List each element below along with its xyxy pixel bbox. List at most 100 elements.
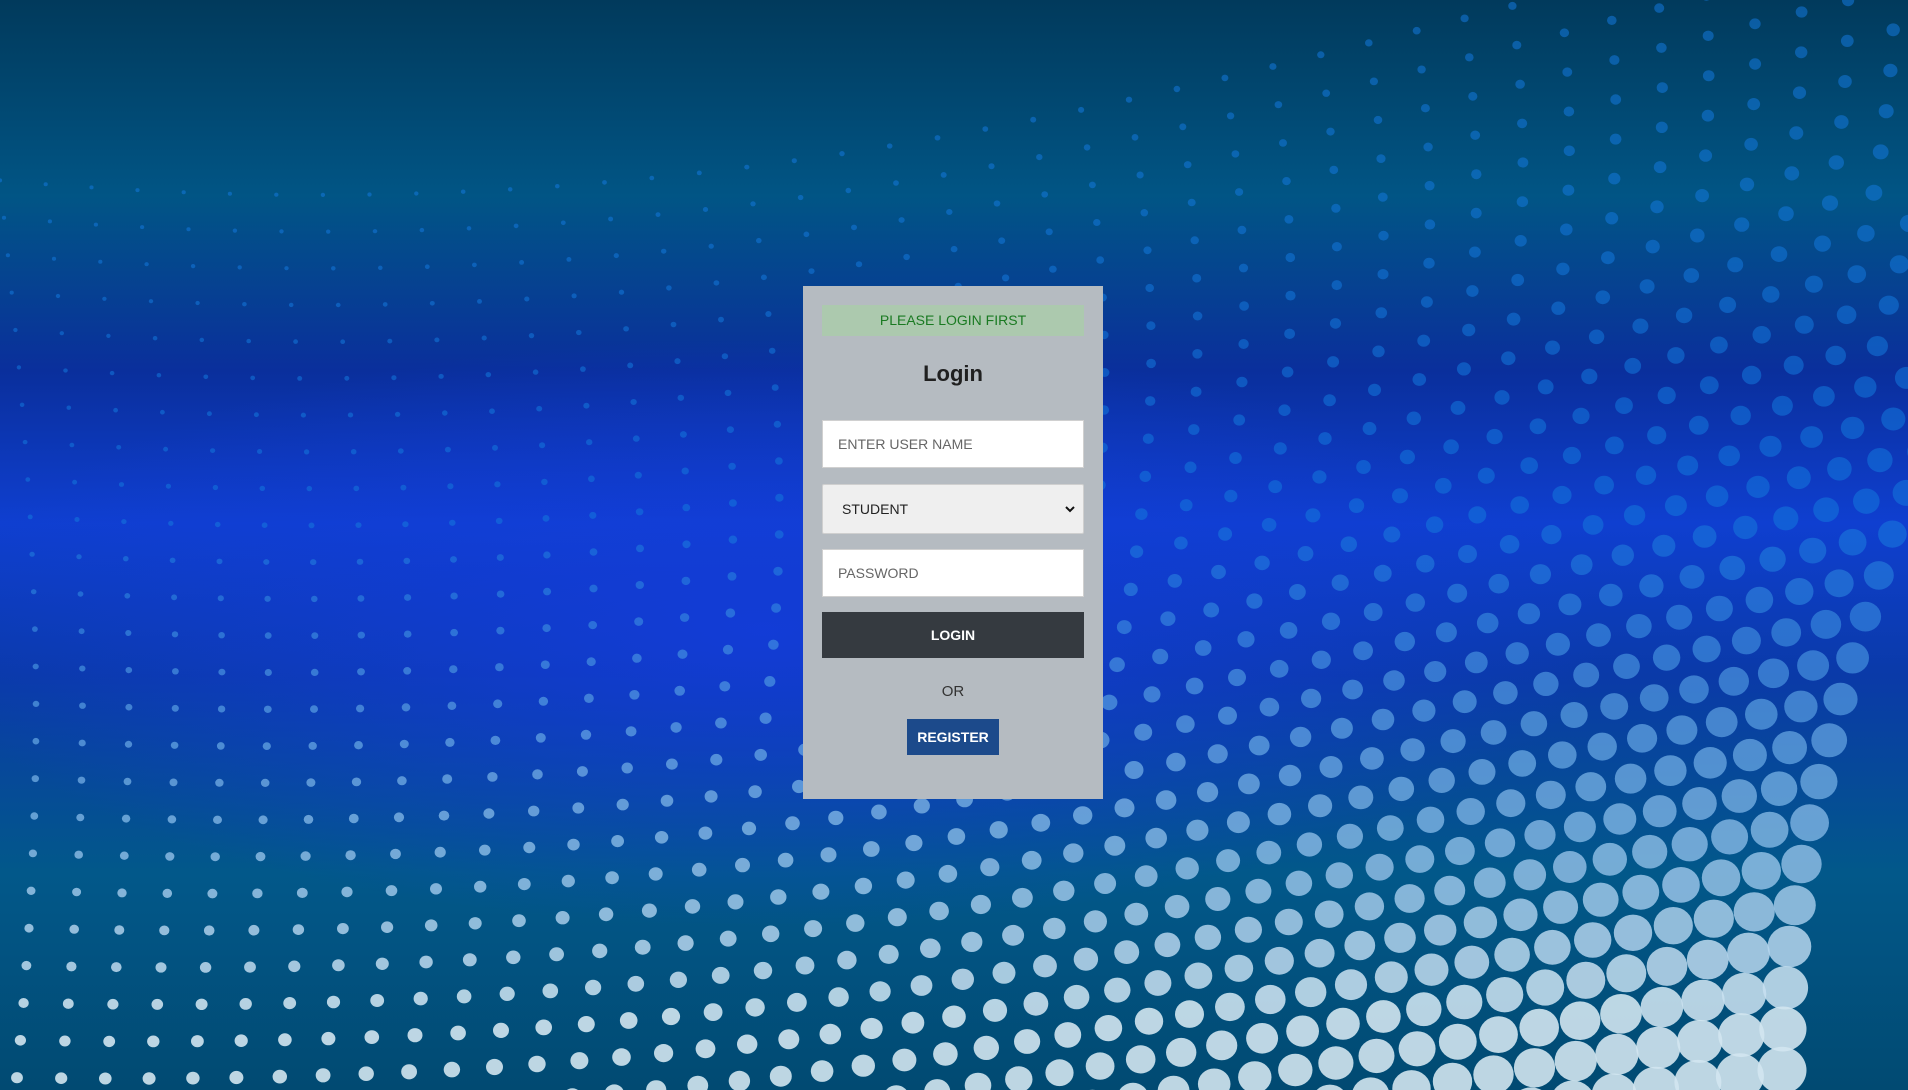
background-dot [399,739,409,749]
background-dot [1186,819,1209,841]
background-dot [1799,537,1827,564]
background-dot [839,151,845,157]
background-dot [124,740,133,748]
background-dot [284,266,289,271]
background-dot [438,373,444,379]
background-dot [1104,835,1126,856]
background-dot [1635,465,1657,485]
background-dot [1146,358,1156,369]
background-dot [1369,77,1378,86]
background-dot [217,595,224,602]
background-dot [1417,65,1426,74]
background-dot [1733,892,1775,932]
background-dot [1603,803,1637,835]
background-dot [1454,945,1490,979]
background-dot [159,925,170,936]
background-dot [1894,366,1908,389]
background-dot [691,862,707,877]
background-dot [1745,586,1774,614]
background-dot [1529,564,1551,585]
background-dot [1642,795,1677,828]
background-dot [854,877,873,895]
background-dot [648,867,663,881]
background-dot [586,657,596,667]
background-dot [674,685,685,696]
background-dot [687,1075,709,1090]
background-dot [1840,34,1854,48]
background-dot [1229,452,1242,464]
background-dot [357,668,365,676]
background-dot [1281,366,1294,378]
background-dot [1312,470,1327,484]
role-select[interactable]: STUDENT [822,484,1084,534]
background-dot [494,481,501,488]
password-input[interactable] [822,549,1084,597]
background-dot [1316,1084,1344,1090]
background-dot [1373,115,1383,125]
background-dot [722,644,734,655]
login-button[interactable]: LOGIN [822,612,1084,658]
background-dot [30,589,37,595]
background-dot [677,649,688,659]
background-dot [496,554,504,561]
background-dot [1867,448,1893,473]
background-dot [1892,479,1908,506]
background-dot [89,185,94,190]
background-dot [79,702,86,709]
background-dot [1284,215,1294,224]
username-input[interactable] [822,420,1084,468]
background-dot [419,227,425,233]
background-dot [775,457,783,465]
background-dot [632,653,642,663]
background-dot [1443,439,1459,455]
background-dot [1166,752,1186,772]
background-dot [1470,130,1481,140]
background-dot [1368,383,1381,397]
background-dot [310,559,317,566]
background-dot [25,477,31,482]
background-dot [992,961,1016,984]
background-dot [1842,0,1855,7]
background-dot [819,1023,842,1045]
background-dot [1331,203,1341,213]
background-dot [1632,834,1668,869]
background-dot [1592,1073,1637,1090]
background-dot [828,810,844,826]
background-dot [1012,887,1033,908]
background-dot [119,851,129,860]
background-dot [1594,475,1614,495]
background-dot [450,556,457,563]
background-dot [218,632,225,639]
background-dot [1114,798,1135,818]
background-dot [407,1028,423,1043]
background-dot [851,224,857,231]
background-dot [1797,650,1830,681]
background-dot [1268,480,1283,494]
background-dot [1749,58,1762,70]
background-dot [1821,195,1839,211]
background-dot [698,826,713,840]
background-dot [1428,767,1455,794]
register-button[interactable]: REGISTER [907,719,999,755]
background-dot [315,1068,331,1083]
background-dot [1362,421,1377,436]
background-dot [283,997,297,1010]
background-dot [1705,707,1738,738]
background-dot [1331,242,1342,252]
background-dot [1308,794,1333,818]
background-dot [1650,200,1664,214]
background-dot [1264,946,1294,975]
background-dot [1517,157,1529,168]
background-dot [160,409,165,415]
background-dot [998,237,1006,244]
background-dot [681,467,689,475]
background-dot [1416,806,1445,833]
background-dot [1045,228,1053,236]
background-dot [32,626,38,632]
background-dot [1513,859,1547,891]
background-dot [1899,214,1908,233]
background-dot [1175,857,1199,880]
background-dot [1889,255,1908,274]
background-dot [1384,922,1416,953]
background-dot [1683,268,1700,283]
